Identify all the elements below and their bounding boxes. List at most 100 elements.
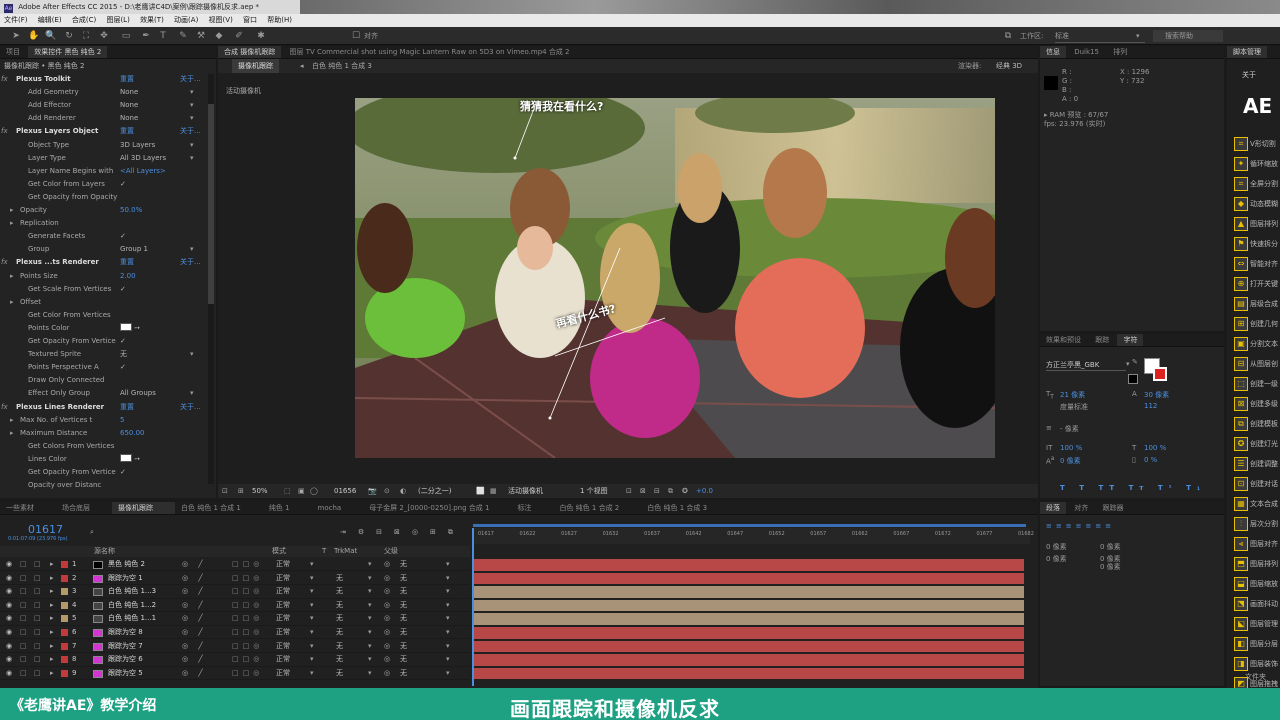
twirl-arrow-icon[interactable]: ▸ [10, 217, 14, 230]
vertical-scale-value[interactable]: 100 % [1060, 444, 1082, 452]
current-time-display[interactable]: 01656 [334, 484, 356, 498]
tab-effects-presets[interactable]: 效果和预设 [1040, 334, 1087, 346]
menu-view[interactable]: 视图(V) [205, 14, 237, 27]
lock-icon[interactable]: □ [34, 626, 41, 639]
timeline-tab[interactable]: 摄像机跟踪 [112, 502, 175, 514]
all-caps-button[interactable]: TT [1098, 484, 1120, 492]
mode-dropdown-icon[interactable]: ▾ [310, 626, 314, 639]
visibility-eye-icon[interactable]: ◉ [6, 585, 12, 598]
layer-trkmat-select[interactable]: 无 [336, 640, 343, 653]
mode-dropdown-icon[interactable]: ▾ [310, 585, 314, 598]
col-trkmat[interactable]: TrkMat [334, 546, 357, 557]
col-source-name[interactable]: 源名称 [94, 546, 115, 557]
layer-row[interactable]: ◉ □ □ ▸ 5 白色 纯色 1...1 ◎ ╱ □□◎ 正常 ▾ 无 ▾ ◎ 无 ▾ [0, 612, 470, 626]
layer-3d-switches-icons[interactable]: □□◎ [232, 599, 263, 612]
transparency-grid-icon[interactable]: ▦ [490, 484, 497, 498]
fx-toggle-icon[interactable]: fx [1, 256, 8, 269]
layer-3d-switches-icons[interactable]: □□◎ [232, 640, 263, 653]
effect-property-value[interactable]: 50.0% [120, 204, 142, 217]
view-layout-select[interactable]: 1 个视图 [580, 484, 608, 498]
timeline-icon[interactable]: ⊟ [654, 484, 660, 498]
dropdown-arrow-icon[interactable]: ▾ [190, 387, 194, 400]
small-caps-button[interactable]: Tт [1129, 484, 1150, 492]
layer-3d-switches-icons[interactable]: □□◎ [232, 626, 263, 639]
composition-viewer[interactable]: 猜猜我在看什么? 再看什么书? [355, 98, 995, 458]
tab-character[interactable]: 字符 [1117, 334, 1144, 346]
font-dropdown-icon[interactable]: ▾ [1126, 360, 1130, 368]
preview-icon[interactable]: ⊡ [222, 484, 228, 498]
effect-property-row[interactable]: Add Effector None ▾ [0, 99, 210, 112]
tab-comp-camera-track[interactable]: 合成 摄像机跟踪 [218, 46, 282, 58]
parent-dropdown-icon[interactable]: ▾ [446, 640, 450, 653]
mode-dropdown-icon[interactable]: ▾ [310, 612, 314, 625]
eyedropper-icon[interactable]: ✎ [1132, 358, 1138, 366]
visibility-eye-icon[interactable]: ◉ [6, 626, 12, 639]
script-about-link[interactable]: 关于 [1242, 70, 1256, 80]
toggle-pixel-icon[interactable]: ⊡ [626, 484, 632, 498]
script-button[interactable]: ⇔ 智能对齐 [1234, 256, 1280, 272]
layer-trkmat-select[interactable]: 无 [336, 599, 343, 612]
twirl-arrow-icon[interactable]: ▸ [50, 612, 54, 625]
script-button[interactable]: ◆ 动态模糊 [1234, 196, 1280, 212]
trkmat-dropdown-icon[interactable]: ▾ [368, 626, 372, 639]
layer-trkmat-select[interactable]: 无 [336, 572, 343, 585]
workspace-select[interactable]: 标准 [1055, 30, 1145, 43]
layer-mode-select[interactable]: 正常 [276, 599, 290, 612]
timeline-tab[interactable]: 纯色 1 [263, 502, 312, 514]
leading-value[interactable]: 30 像素 [1144, 390, 1169, 400]
solo-icon[interactable]: □ [20, 572, 27, 585]
menu-composition[interactable]: 合成(C) [68, 14, 100, 27]
script-button[interactable]: ▲ 图层排列 [1234, 216, 1280, 232]
parent-dropdown-icon[interactable]: ▾ [446, 626, 450, 639]
rectangle-tool-icon[interactable]: ▭ [120, 30, 132, 42]
effect-property-value[interactable]: Group 1 [120, 243, 148, 256]
effect-property-row[interactable]: Get Scale From Vertices ✓ [0, 283, 210, 296]
lock-icon[interactable]: □ [34, 667, 41, 680]
script-button[interactable]: ⬚ 创建一级 [1234, 376, 1280, 392]
tab-paragraph[interactable]: 段落 [1040, 502, 1066, 514]
timeline-tab[interactable]: 白色 纯色 1 合成 2 [553, 502, 641, 514]
workspace-dropdown-icon[interactable]: ▾ [1136, 30, 1140, 42]
layer-3d-switches-icons[interactable]: □□◎ [232, 667, 263, 680]
script-button[interactable]: ⬒ 图层排列 [1234, 556, 1280, 572]
lock-icon[interactable]: □ [34, 653, 41, 666]
exposure-icon[interactable]: ✪ [682, 484, 688, 498]
tab-tracker2[interactable]: 跟踪器 [1096, 502, 1129, 514]
visibility-eye-icon[interactable]: ◉ [6, 599, 12, 612]
zoom-tool-icon[interactable]: 🔍 [45, 30, 57, 42]
pickwhip-icon[interactable]: ◎ [384, 640, 390, 653]
work-area-bar[interactable] [473, 524, 1026, 527]
indent-right-value[interactable]: 0 像素 [1046, 554, 1067, 564]
effect-property-row[interactable]: Opacity over Distanc [0, 479, 210, 492]
breadcrumb-white-solid[interactable]: 白色 纯色 1 合成 3 [312, 59, 372, 73]
tab-align[interactable]: 对齐 [1068, 502, 1094, 514]
parent-dropdown-icon[interactable]: ▾ [446, 572, 450, 585]
col-mode[interactable]: 模式 [272, 546, 286, 557]
layer-duration-bar[interactable] [474, 572, 1024, 585]
color-swatch[interactable]: ➙ [120, 453, 140, 466]
effect-property-row[interactable]: Get Opacity from Opacity [0, 191, 210, 204]
tab-arrange[interactable]: 排列 [1107, 46, 1133, 58]
label-color-swatch[interactable] [61, 561, 68, 568]
effect-property-value[interactable]: None [120, 86, 138, 99]
pickwhip-icon[interactable]: ◎ [384, 626, 390, 639]
parent-dropdown-icon[interactable]: ▾ [446, 558, 450, 571]
dropdown-arrow-icon[interactable]: ▾ [190, 99, 194, 112]
camera-view-select[interactable]: 活动摄像机 [508, 484, 543, 498]
script-button[interactable]: ▤ 层级合成 [1234, 296, 1280, 312]
superscript-button[interactable]: T¹ [1158, 484, 1178, 492]
effect-property-row[interactable]: Get Opacity From Vertice ✓ [0, 466, 210, 479]
lock-icon[interactable]: □ [34, 640, 41, 653]
pen-tool-icon[interactable]: ✒ [140, 30, 152, 42]
layer-duration-bar[interactable] [474, 599, 1024, 612]
renderer-value[interactable]: 经典 3D [996, 59, 1022, 73]
mode-dropdown-icon[interactable]: ▾ [310, 653, 314, 666]
about-link[interactable]: 关于... [180, 256, 201, 269]
script-button[interactable]: ⊞ 创建几何 [1234, 316, 1280, 332]
solo-icon[interactable]: □ [20, 585, 27, 598]
parent-dropdown-icon[interactable]: ▾ [446, 653, 450, 666]
script-button[interactable]: ✪ 创建灯光 [1234, 436, 1280, 452]
script-button[interactable]: ▦ 文本合成 [1234, 496, 1280, 512]
breadcrumb-camera-track[interactable]: 摄像机跟踪 [232, 59, 279, 73]
label-color-swatch[interactable] [61, 601, 68, 609]
